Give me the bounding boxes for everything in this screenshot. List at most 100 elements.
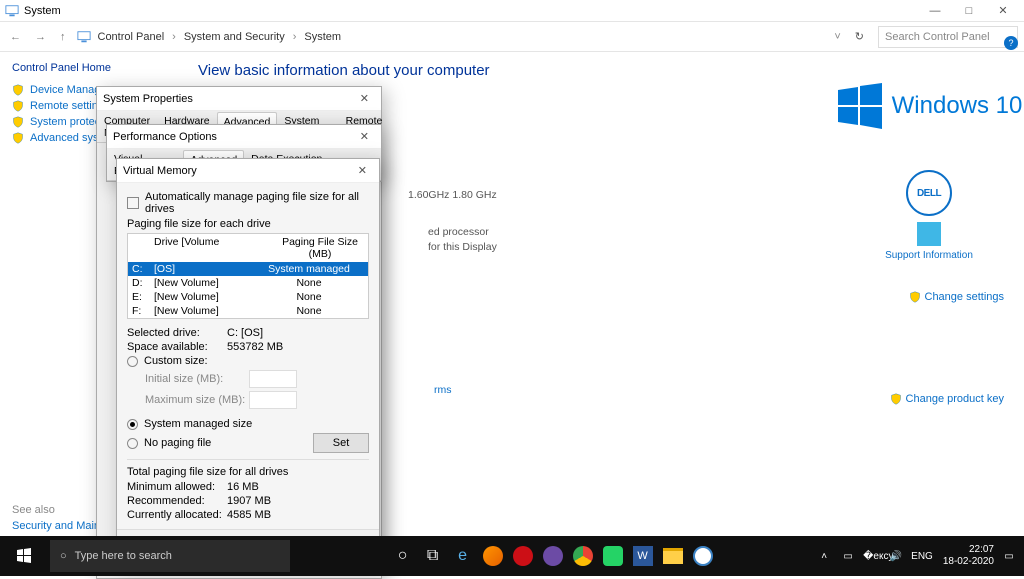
close-icon[interactable]: ✕ <box>354 130 375 143</box>
terms-link[interactable]: rms <box>434 384 816 396</box>
breadcrumb-dropdown-icon[interactable]: ˅ <box>834 31 840 43</box>
dell-text: DELL <box>917 188 941 199</box>
system-managed-radio[interactable] <box>127 419 138 430</box>
taskview-icon[interactable]: ⧉ <box>418 536 448 576</box>
change-settings-link[interactable]: Change settings <box>909 291 1005 303</box>
hdr-drive: Drive [Volume <box>154 236 276 260</box>
notifications-icon[interactable]: ▭ <box>1000 551 1018 562</box>
min-value: 16 MB <box>227 481 259 493</box>
control-panel-home[interactable]: Control Panel Home <box>12 62 168 74</box>
shield-icon <box>909 291 921 303</box>
window-titlebar: System — □ ✕ <box>0 0 1024 22</box>
current-row: Currently allocated: 4585 MB <box>127 509 369 521</box>
windows10-brand: Windows 10 <box>836 82 1023 130</box>
word-icon[interactable]: W <box>628 536 658 576</box>
max-size-row: Maximum size (MB): <box>145 391 369 409</box>
whatsapp-icon[interactable] <box>598 536 628 576</box>
initial-size-label: Initial size (MB): <box>145 373 249 385</box>
explorer-icon[interactable] <box>658 536 688 576</box>
paging-size-label: Paging file size for each drive <box>127 218 369 230</box>
system-managed-label: System managed size <box>144 418 252 430</box>
breadcrumb-item[interactable]: Control Panel <box>98 31 165 43</box>
maximize-button[interactable]: □ <box>952 5 986 17</box>
change-key-label: Change product key <box>906 393 1004 405</box>
firefox-icon[interactable] <box>478 536 508 576</box>
nav-up[interactable]: ↑ <box>56 31 70 43</box>
breadcrumb-item[interactable]: System and Security <box>184 31 285 43</box>
custom-size-label: Custom size: <box>144 355 208 367</box>
opera-icon[interactable] <box>508 536 538 576</box>
search-placeholder: Type here to search <box>75 550 172 562</box>
dialog-title: System Properties <box>103 93 354 105</box>
taskbar-icons: ○ ⧉ e W <box>388 536 718 576</box>
dialog-title: Performance Options <box>113 131 354 143</box>
system-icon <box>76 29 92 45</box>
cortana-icon[interactable]: ○ <box>388 536 418 576</box>
close-icon[interactable]: ✕ <box>352 164 373 177</box>
change-product-key-link[interactable]: Change product key <box>890 393 1004 405</box>
nav-forward[interactable]: → <box>31 31 50 43</box>
processor-note: ed processor <box>428 226 816 238</box>
search-input[interactable]: Search Control Panel <box>878 26 1018 48</box>
custom-size-radio[interactable] <box>127 356 138 367</box>
tray-chevron-icon[interactable]: ˄ <box>815 551 833 562</box>
max-size-input[interactable] <box>249 391 297 409</box>
volume-icon[interactable]: 🔊 <box>887 551 905 562</box>
virtual-memory-dialog: Virtual Memory ✕ Automatically manage pa… <box>116 158 380 565</box>
close-icon[interactable]: ✕ <box>354 92 375 105</box>
virtual-memory-body: Automatically manage paging file size fo… <box>117 183 379 529</box>
taskbar-search[interactable]: ○ Type here to search <box>50 540 290 572</box>
drive-row[interactable]: E:[New Volume]None <box>128 290 368 304</box>
custom-size-row: Custom size: <box>127 355 369 367</box>
app-icon[interactable] <box>538 536 568 576</box>
taskbar: ○ Type here to search ○ ⧉ e W ˄ ▭ �ексу … <box>0 536 1024 576</box>
drive-row[interactable]: F:[New Volume]None <box>128 304 368 318</box>
space-available-row: Space available: 553782 MB <box>127 341 369 353</box>
chevron-right-icon: › <box>170 31 178 43</box>
chevron-right-icon: › <box>291 31 299 43</box>
shield-icon <box>12 132 24 144</box>
chrome-icon[interactable] <box>568 536 598 576</box>
initial-size-input[interactable] <box>249 370 297 388</box>
clock-time: 22:07 <box>943 544 994 556</box>
windows10-text: Windows 10 <box>892 92 1023 120</box>
no-paging-row: No paging file Set <box>127 433 369 453</box>
start-button[interactable] <box>0 536 48 576</box>
edge-icon[interactable]: e <box>448 536 478 576</box>
support-info-link[interactable]: Support Information <box>885 250 973 261</box>
close-button[interactable]: ✕ <box>986 4 1020 17</box>
total-label: Total paging file size for all drives <box>127 466 369 478</box>
selected-drive-row: Selected drive: C: [OS] <box>127 327 369 339</box>
toolbar: ← → ↑ Control Panel › System and Securit… <box>0 22 1024 52</box>
minimize-button[interactable]: — <box>918 5 952 17</box>
battery-icon[interactable]: ▭ <box>839 551 857 562</box>
auto-manage-row: Automatically manage paging file size fo… <box>127 191 369 215</box>
space-key: Space available: <box>127 341 227 353</box>
drive-list-header: Drive [Volume Paging File Size (MB) <box>128 234 368 262</box>
settings-app-icon[interactable] <box>688 536 718 576</box>
right-column: Windows 10 DELL Support Information Chan… <box>834 52 1024 536</box>
dialog-titlebar: Virtual Memory ✕ <box>117 159 379 183</box>
see-also-label: See also <box>12 504 55 516</box>
window-title: System <box>24 5 918 17</box>
set-button[interactable]: Set <box>313 433 369 453</box>
dialog-titlebar: Performance Options ✕ <box>107 125 381 149</box>
language-indicator[interactable]: ENG <box>911 551 933 562</box>
wifi-icon[interactable]: �ексу <box>863 551 881 562</box>
initial-size-row: Initial size (MB): <box>145 370 369 388</box>
nav-back[interactable]: ← <box>6 31 25 43</box>
breadcrumb-item[interactable]: System <box>304 31 341 43</box>
auto-manage-checkbox[interactable] <box>127 197 139 209</box>
max-size-label: Maximum size (MB): <box>145 394 249 406</box>
recommended-row: Recommended: 1907 MB <box>127 495 369 507</box>
clock[interactable]: 22:07 18-02-2020 <box>943 544 994 568</box>
refresh-button[interactable]: ↻ <box>847 30 872 43</box>
drive-row[interactable]: C:[OS]System managed <box>128 262 368 276</box>
shield-icon <box>12 100 24 112</box>
help-icon[interactable]: ? <box>1004 36 1018 50</box>
min-key: Minimum allowed: <box>127 481 227 493</box>
space-value: 553782 MB <box>227 341 283 353</box>
windows-logo-icon <box>836 82 884 130</box>
drive-row[interactable]: D:[New Volume]None <box>128 276 368 290</box>
no-paging-radio[interactable] <box>127 438 138 449</box>
